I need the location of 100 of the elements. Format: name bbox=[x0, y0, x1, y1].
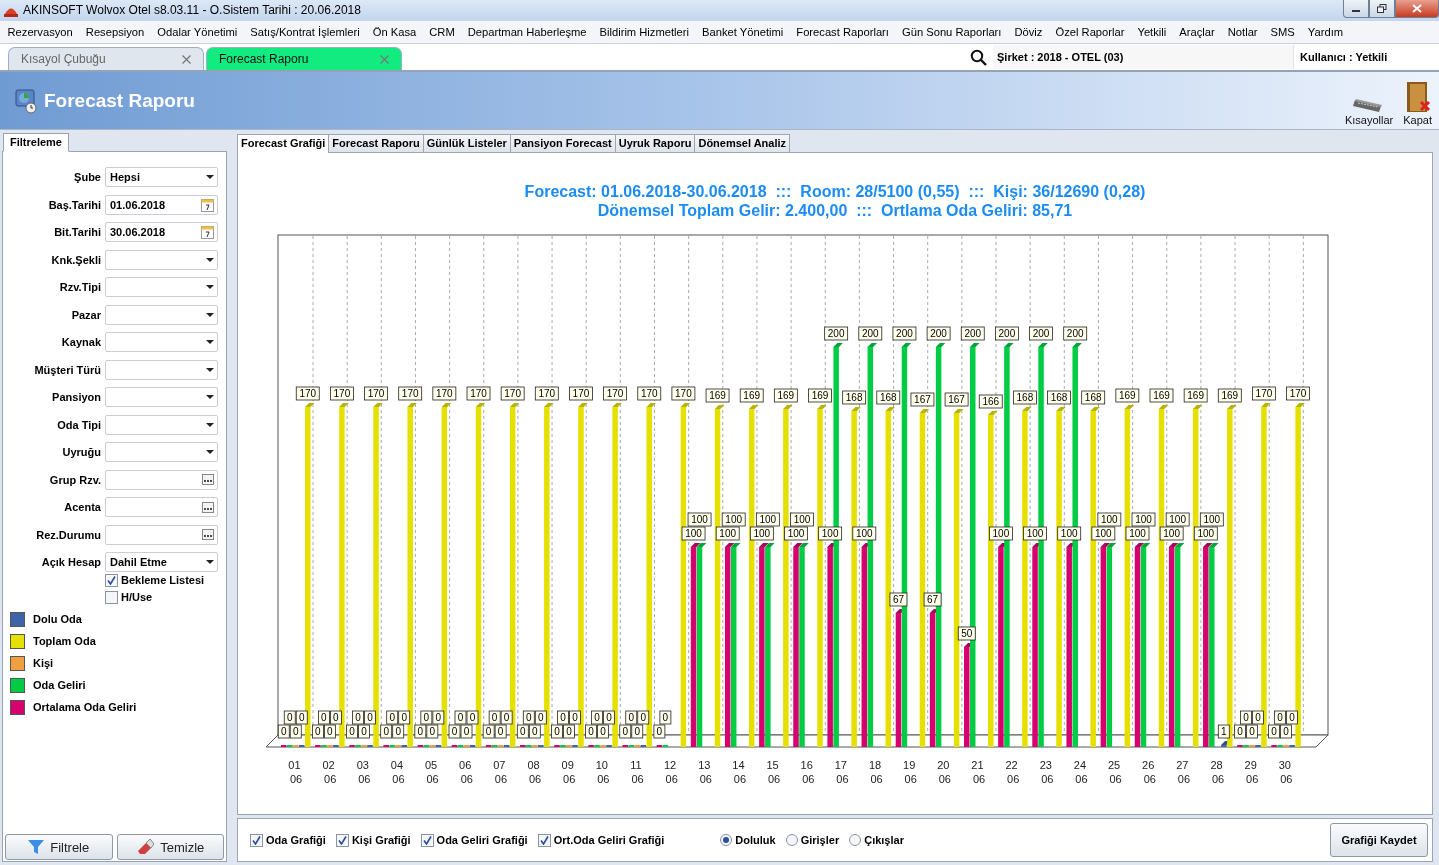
checkbox[interactable] bbox=[105, 573, 118, 587]
data-label: 0 bbox=[526, 712, 533, 723]
menu-item[interactable]: Notlar bbox=[1221, 26, 1265, 38]
menu-item[interactable]: Resepsiyon bbox=[79, 26, 151, 38]
menu-item[interactable]: Yardım bbox=[1301, 26, 1350, 38]
data-label: 0 bbox=[1252, 710, 1264, 725]
close-icon[interactable] bbox=[380, 54, 389, 64]
checkbox[interactable] bbox=[105, 590, 118, 604]
dropdown-field[interactable] bbox=[105, 387, 218, 407]
date-field[interactable]: 30.06.2018 bbox=[105, 222, 218, 242]
chart-heading: Forecast: 01.06.2018-30.06.2018 ::: Room: 28/5100 (0,55) ::: Kişi: 36/12690 (0,28) bbox=[523, 182, 1147, 201]
data-label: 170 bbox=[500, 386, 525, 401]
dropdown-field[interactable] bbox=[105, 277, 218, 297]
dropdown-field[interactable]: Dahil Etme bbox=[105, 552, 218, 572]
close-icon[interactable] bbox=[182, 54, 191, 64]
checkbox[interactable] bbox=[250, 833, 263, 847]
axis-label: 21 06 bbox=[971, 759, 986, 785]
minimize-button[interactable] bbox=[1343, 0, 1369, 18]
lookup-field[interactable] bbox=[105, 497, 218, 517]
axis-label: 24 06 bbox=[1073, 759, 1088, 785]
menu-item[interactable]: Departman Haberleşme bbox=[461, 26, 593, 38]
data-label: 170 bbox=[398, 386, 423, 401]
toolbar-button[interactable]: Kapat bbox=[1400, 75, 1435, 126]
close-icon bbox=[1412, 4, 1422, 13]
dropdown-field[interactable] bbox=[105, 332, 218, 352]
date-field[interactable]: 01.06.2018 bbox=[105, 194, 218, 215]
menu-item[interactable]: Rezervasyon bbox=[1, 26, 80, 38]
radio-button[interactable] bbox=[849, 834, 862, 846]
menu-item[interactable]: Gün Sonu Raporları bbox=[895, 26, 1008, 38]
menu-item[interactable]: Bildirim Hizmetleri bbox=[593, 26, 696, 38]
document-tab[interactable]: Forecast Raporu bbox=[206, 47, 402, 70]
axis-label: 09 06 bbox=[561, 759, 576, 785]
dropdown-field[interactable] bbox=[105, 414, 218, 435]
document-tab[interactable]: Kısayol Çubuğu bbox=[8, 47, 204, 70]
checkbox[interactable] bbox=[335, 833, 349, 847]
report-tab[interactable]: Günlük Listeler bbox=[422, 134, 511, 152]
checkbox[interactable] bbox=[537, 833, 551, 847]
data-label: 100 bbox=[1129, 528, 1147, 539]
data-label: 0 bbox=[346, 724, 358, 739]
menu-item[interactable]: Özel Raporlar bbox=[1048, 26, 1131, 38]
radio-button[interactable] bbox=[720, 834, 733, 846]
data-label: 200 bbox=[1063, 326, 1088, 341]
dropdown-field[interactable] bbox=[105, 249, 218, 270]
dropdown-field[interactable] bbox=[105, 304, 218, 325]
report-tab[interactable]: Uyruk Raporu bbox=[614, 134, 696, 152]
data-label: 167 bbox=[914, 394, 932, 405]
menu-item[interactable]: Araçlar bbox=[1172, 26, 1222, 38]
data-label: 50 bbox=[957, 626, 976, 641]
field-label: Baş.Tarihi bbox=[47, 197, 101, 211]
menu-item[interactable]: Forecast Raporları bbox=[789, 26, 896, 38]
data-label: 100 bbox=[1197, 528, 1215, 539]
menu-item[interactable]: Ön Kasa bbox=[366, 26, 423, 38]
lookup-field[interactable] bbox=[105, 524, 218, 545]
checkbox-label: Kişi Grafiği bbox=[351, 834, 411, 846]
data-label: 169 bbox=[1221, 390, 1239, 401]
menu-item[interactable]: Döviz bbox=[1007, 26, 1049, 38]
menu-item[interactable]: Satış/Kontrat İşlemleri bbox=[243, 26, 367, 38]
menu-item[interactable]: Banket Yönetimi bbox=[695, 26, 790, 38]
dropdown-field[interactable]: Hepsi bbox=[105, 167, 218, 187]
search-icon[interactable] bbox=[969, 48, 987, 66]
panel-tab[interactable]: Filtreleme bbox=[3, 133, 69, 152]
data-label: 100 bbox=[681, 526, 706, 541]
menu-item[interactable]: SMS bbox=[1264, 26, 1302, 38]
menu-item[interactable]: CRM bbox=[422, 26, 462, 38]
data-label: 100 bbox=[852, 526, 877, 541]
field-label: Pansiyon bbox=[51, 390, 101, 403]
data-label: 200 bbox=[1066, 328, 1084, 339]
dropdown-field[interactable] bbox=[105, 359, 218, 380]
report-tab[interactable]: Forecast Raporu bbox=[328, 134, 424, 152]
report-tab[interactable]: Pansiyon Forecast bbox=[509, 134, 616, 152]
report-tab[interactable]: Forecast Grafiği bbox=[237, 134, 330, 153]
data-label: 0 bbox=[358, 724, 370, 739]
lookup-field[interactable] bbox=[105, 469, 218, 490]
restore-button[interactable] bbox=[1369, 0, 1395, 18]
toolbar-button[interactable]: Kısayollar bbox=[1341, 75, 1397, 126]
check-icon bbox=[337, 835, 347, 845]
save-chart-button[interactable]: Grafiği Kaydet bbox=[1330, 823, 1428, 857]
data-label: 0 bbox=[392, 724, 405, 739]
data-label: 170 bbox=[295, 386, 320, 401]
data-label: 169 bbox=[709, 390, 727, 401]
radio-button[interactable] bbox=[785, 834, 798, 846]
data-label: 170 bbox=[436, 388, 454, 399]
menu-item[interactable]: Odalar Yönetimi bbox=[150, 26, 244, 38]
radio-label: Girişler bbox=[800, 834, 840, 846]
data-label: 0 bbox=[551, 724, 563, 739]
action-button[interactable]: Filtrele bbox=[5, 834, 113, 860]
data-label: 170 bbox=[538, 388, 556, 399]
report-tab[interactable]: Dönemsel Analiz bbox=[694, 134, 791, 152]
menu-item[interactable]: Yetkili bbox=[1130, 26, 1173, 38]
check-icon bbox=[539, 835, 549, 845]
data-label: 200 bbox=[896, 328, 914, 339]
close-button[interactable] bbox=[1395, 0, 1439, 18]
axis-label: 01 06 bbox=[288, 759, 303, 785]
data-label: 0 bbox=[364, 710, 376, 725]
checkbox[interactable] bbox=[420, 833, 434, 847]
data-label: 100 bbox=[1125, 526, 1150, 541]
action-button[interactable]: Temizle bbox=[116, 834, 224, 860]
data-label: 100 bbox=[1091, 526, 1116, 541]
axis-label: 02 06 bbox=[322, 759, 337, 785]
dropdown-field[interactable] bbox=[105, 442, 218, 462]
